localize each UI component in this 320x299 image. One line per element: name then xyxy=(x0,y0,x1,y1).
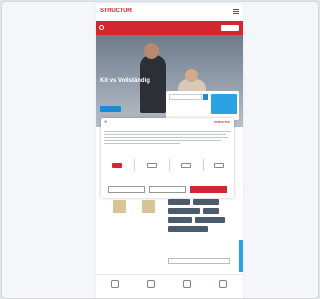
consent-option-label xyxy=(142,157,162,160)
search-tip xyxy=(169,103,199,109)
consent-option xyxy=(209,155,229,173)
promo-tile[interactable] xyxy=(211,94,237,114)
user-icon xyxy=(183,280,191,288)
hero-person-head xyxy=(144,43,159,59)
search-button[interactable] xyxy=(203,94,208,100)
mobile-page: STRUCTURE Kit vs Vollständig ✕ STRUCTU xyxy=(96,4,243,298)
consent-option-label xyxy=(176,157,196,160)
consent-toggle[interactable] xyxy=(112,163,122,168)
section-sub-label xyxy=(168,250,228,253)
selection-button[interactable] xyxy=(149,186,186,193)
nav-label xyxy=(103,291,127,294)
bottom-navigation xyxy=(96,274,243,298)
info-icon xyxy=(99,25,104,30)
badge-image xyxy=(113,200,126,213)
tag-chip[interactable] xyxy=(195,217,225,223)
cookie-consent-dialog: ✕ STRUCTURE xyxy=(101,118,234,198)
page-content xyxy=(96,198,243,272)
deny-button[interactable] xyxy=(108,186,145,193)
hero-banner: Kit vs Vollständig xyxy=(96,35,243,127)
tag-chip[interactable] xyxy=(168,208,200,214)
nav-label xyxy=(139,291,163,294)
nav-item[interactable] xyxy=(103,278,127,298)
badge-image xyxy=(142,200,155,213)
alert-button[interactable] xyxy=(221,25,239,31)
menu-icon[interactable] xyxy=(233,9,239,14)
tag-chip[interactable] xyxy=(193,199,219,205)
nav-label xyxy=(211,291,235,294)
search-card xyxy=(166,91,239,120)
screenshot-frame: STRUCTURE Kit vs Vollständig ✕ STRUCTU xyxy=(1,1,319,299)
hero-headline: Kit vs Vollständig xyxy=(100,78,150,84)
tag-chip[interactable] xyxy=(168,199,190,205)
hero-cta-button[interactable] xyxy=(100,106,121,112)
dialog-logo: STRUCTURE xyxy=(214,120,230,124)
hero-person-head-2 xyxy=(185,69,198,82)
dropdown-select[interactable] xyxy=(168,258,230,264)
home-icon xyxy=(111,280,119,288)
consent-option xyxy=(142,155,162,173)
tag-chip[interactable] xyxy=(203,208,219,214)
section-label xyxy=(168,240,228,243)
alert-text xyxy=(107,24,215,32)
consent-toggle[interactable] xyxy=(214,163,224,168)
consent-toggle[interactable] xyxy=(181,163,191,168)
nav-item[interactable] xyxy=(139,278,163,298)
consent-option xyxy=(107,155,127,173)
search-input[interactable] xyxy=(169,94,202,100)
nav-item[interactable] xyxy=(175,278,199,298)
dialog-buttons xyxy=(104,186,231,193)
dialog-heading xyxy=(104,126,164,129)
tag-chip[interactable] xyxy=(168,226,208,232)
site-logo[interactable]: STRUCTURE xyxy=(100,8,132,15)
tag-chip[interactable] xyxy=(168,217,192,223)
dialog-body-text xyxy=(104,131,231,148)
close-icon[interactable]: ✕ xyxy=(104,120,107,124)
nav-label xyxy=(175,291,199,294)
site-header: STRUCTURE xyxy=(96,4,243,20)
nav-item[interactable] xyxy=(211,278,235,298)
consent-options xyxy=(104,155,231,173)
consent-toggle[interactable] xyxy=(147,163,157,168)
consent-option-label xyxy=(209,157,229,160)
cart-icon xyxy=(219,280,227,288)
accept-all-button[interactable] xyxy=(190,186,227,193)
store-icon xyxy=(147,280,155,288)
alert-banner xyxy=(96,21,243,35)
consent-option-label xyxy=(107,157,127,160)
consent-option xyxy=(176,155,196,173)
feedback-tab[interactable] xyxy=(239,240,243,272)
